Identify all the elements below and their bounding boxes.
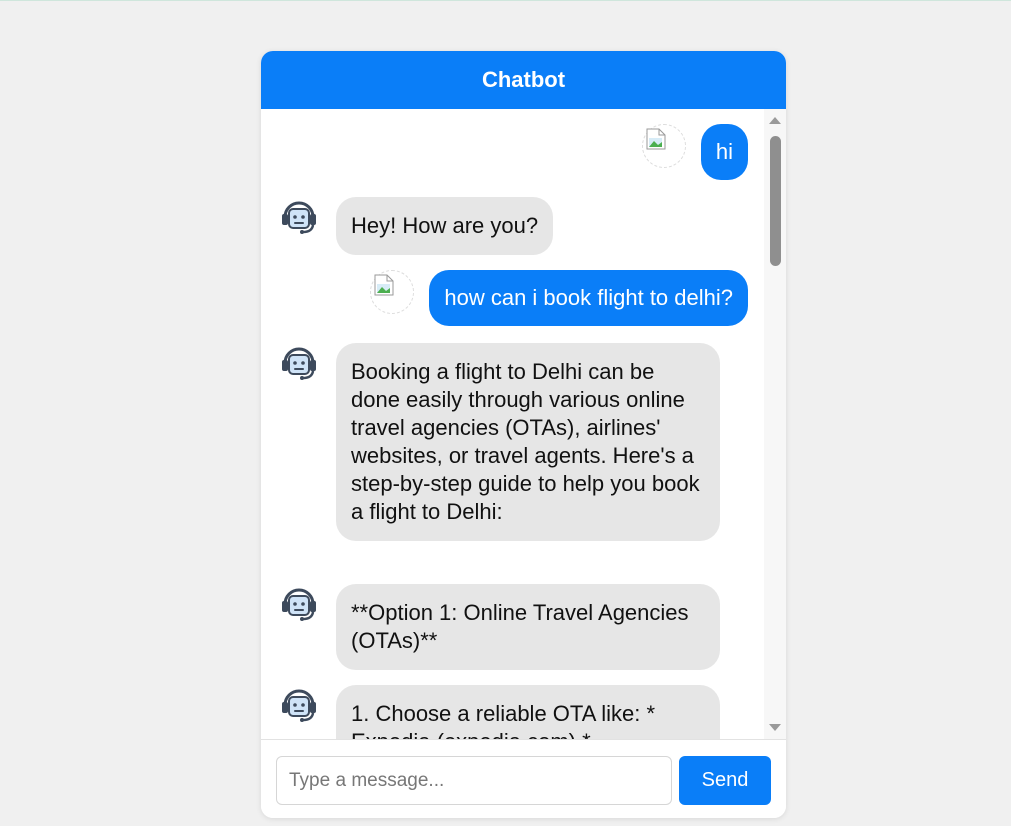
scroll-down-arrow-icon[interactable]	[769, 724, 781, 731]
message-row-user: hi	[641, 124, 748, 180]
message-row-bot: Hey! How are you?	[279, 197, 554, 255]
robot-headset-icon	[282, 347, 316, 380]
scroll-up-arrow-icon[interactable]	[769, 117, 781, 124]
message-row-user: how can i book flight to delhi?	[370, 270, 748, 326]
user-message-bubble: hi	[700, 124, 748, 180]
scroll-thumb[interactable]	[770, 136, 781, 266]
message-list[interactable]: hi Hey! How are you? how can i book flig…	[261, 109, 786, 739]
robot-headset-icon	[282, 588, 316, 621]
user-message-bubble: how can i book flight to delhi?	[429, 270, 748, 326]
message-row-bot: 1. Choose a reliable OTA like: * Expedia…	[279, 685, 720, 739]
broken-image-icon	[374, 274, 394, 296]
robot-headset-icon	[282, 201, 316, 234]
bot-message-bubble: 1. Choose a reliable OTA like: * Expedia…	[336, 685, 720, 739]
broken-image-icon	[646, 128, 666, 150]
message-row-bot: Booking a flight to Delhi can be done ea…	[279, 343, 720, 541]
robot-headset-icon	[282, 689, 316, 722]
message-input[interactable]	[276, 756, 672, 805]
chat-header: Chatbot	[261, 51, 786, 109]
chat-window: Chatbot hi Hey! How are you? how can i b…	[261, 51, 786, 818]
bot-message-bubble: **Option 1: Online Travel Agencies (OTAs…	[336, 584, 720, 670]
message-row-bot: **Option 1: Online Travel Agencies (OTAs…	[279, 584, 720, 670]
user-avatar-icon	[641, 124, 686, 168]
top-border	[0, 0, 1011, 1]
bot-message-bubble: Booking a flight to Delhi can be done ea…	[336, 343, 720, 541]
chat-title: Chatbot	[481, 67, 566, 92]
bot-message-bubble: Hey! How are you?	[336, 197, 554, 255]
user-avatar-icon	[370, 270, 415, 314]
input-bar: Send	[261, 739, 786, 818]
send-button[interactable]: Send	[679, 756, 771, 805]
message-scrollbar[interactable]	[764, 109, 786, 739]
